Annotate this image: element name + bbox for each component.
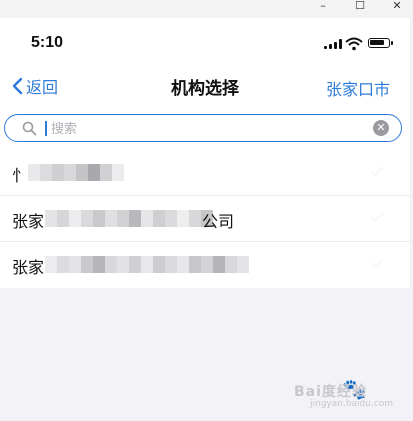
list-item[interactable]: 张家: [0, 242, 410, 288]
minimize-button[interactable]: –: [313, 0, 333, 14]
cellular-signal-icon: [324, 39, 342, 49]
list-item-name: 忄: [12, 166, 29, 185]
clear-search-icon[interactable]: ✕: [373, 120, 389, 136]
close-button[interactable]: ✕: [387, 0, 407, 14]
search-icon: [22, 121, 37, 136]
search-input[interactable]: [49, 118, 373, 140]
window-title-bar: – ☐ ✕: [0, 0, 413, 18]
redacted-text: [45, 256, 249, 273]
phone-screen: 5:10 返回 机构选择 张家口市 搜索 ✕ 忄 张家 公司 张家 🐾 Bai度…: [0, 18, 410, 421]
status-bar: 5:10: [0, 18, 410, 64]
watermark-text: Bai度经验: [294, 384, 367, 400]
search-bar: ✕: [0, 108, 410, 150]
redacted-text: [28, 164, 124, 181]
checkmark-icon: [370, 258, 384, 268]
watermark-subtext: jingyan.baidu.com: [310, 399, 394, 409]
region-selector-button[interactable]: 张家口市: [326, 76, 390, 100]
baidu-jingyan-watermark: 🐾 Bai度经验 jingyan.baidu.com: [294, 375, 406, 415]
list-item[interactable]: 忄: [0, 150, 410, 196]
organization-list: 忄 张家 公司 张家: [0, 150, 410, 288]
checkmark-icon: [370, 166, 384, 176]
redacted-text: [45, 210, 213, 227]
status-time: 5:10: [31, 34, 64, 51]
list-item-name: 张家: [12, 258, 45, 277]
list-item[interactable]: 张家 公司: [0, 196, 410, 242]
list-item-suffix: 公司: [202, 212, 235, 231]
wifi-icon: [345, 37, 363, 51]
text-cursor: [45, 121, 47, 136]
battery-icon: [368, 38, 393, 48]
search-box[interactable]: ✕: [4, 114, 402, 142]
list-item-name: 张家: [12, 212, 45, 231]
maximize-button[interactable]: ☐: [350, 0, 370, 14]
checkmark-icon: [370, 212, 384, 222]
navigation-bar: 返回 机构选择 张家口市: [0, 64, 410, 108]
